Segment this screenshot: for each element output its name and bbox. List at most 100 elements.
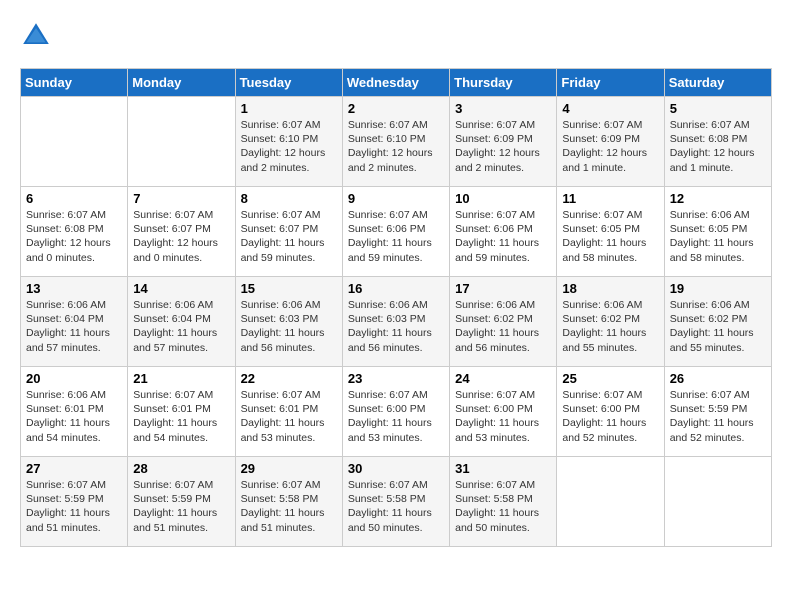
day-number: 13: [26, 281, 122, 296]
day-header-friday: Friday: [557, 69, 664, 97]
day-number: 10: [455, 191, 551, 206]
day-cell: [664, 457, 771, 547]
day-info: Sunrise: 6:06 AM Sunset: 6:05 PM Dayligh…: [670, 208, 766, 265]
day-info: Sunrise: 6:06 AM Sunset: 6:03 PM Dayligh…: [241, 298, 337, 355]
day-number: 17: [455, 281, 551, 296]
day-headers: SundayMondayTuesdayWednesdayThursdayFrid…: [21, 69, 772, 97]
day-cell: 9Sunrise: 6:07 AM Sunset: 6:06 PM Daylig…: [342, 187, 449, 277]
day-number: 21: [133, 371, 229, 386]
day-info: Sunrise: 6:07 AM Sunset: 5:59 PM Dayligh…: [133, 478, 229, 535]
calendar-table: SundayMondayTuesdayWednesdayThursdayFrid…: [20, 68, 772, 547]
day-info: Sunrise: 6:07 AM Sunset: 6:10 PM Dayligh…: [348, 118, 444, 175]
day-number: 31: [455, 461, 551, 476]
day-info: Sunrise: 6:07 AM Sunset: 6:10 PM Dayligh…: [241, 118, 337, 175]
day-info: Sunrise: 6:07 AM Sunset: 5:59 PM Dayligh…: [670, 388, 766, 445]
day-cell: 15 Sunrise: 6:06 AM Sunset: 6:03 PM Dayli…: [235, 277, 342, 367]
day-info: Sunrise: 6:07 AM Sunset: 5:58 PM Dayligh…: [241, 478, 337, 535]
day-cell: 19 Sunrise: 6:06 AM Sunset: 6:02 PM Dayli…: [664, 277, 771, 367]
day-cell: 17 Sunrise: 6:06 AM Sunset: 6:02 PM Dayli…: [450, 277, 557, 367]
day-info: Sunrise: 6:06 AM Sunset: 6:04 PM Dayligh…: [133, 298, 229, 355]
week-row-4: 20 Sunrise: 6:06 AM Sunset: 6:01 PM Dayli…: [21, 367, 772, 457]
day-cell: 20 Sunrise: 6:06 AM Sunset: 6:01 PM Dayli…: [21, 367, 128, 457]
day-number: 16: [348, 281, 444, 296]
day-info: Sunrise: 6:07 AM Sunset: 6:07 PM Dayligh…: [241, 208, 337, 265]
day-cell: 18 Sunrise: 6:06 AM Sunset: 6:02 PM Dayli…: [557, 277, 664, 367]
day-info: Sunrise: 6:07 AM Sunset: 5:58 PM Dayligh…: [455, 478, 551, 535]
day-cell: [128, 97, 235, 187]
day-number: 11: [562, 191, 658, 206]
day-info: Sunrise: 6:07 AM Sunset: 6:01 PM Dayligh…: [241, 388, 337, 445]
day-cell: 27Sunrise: 6:07 AM Sunset: 5:59 PM Dayli…: [21, 457, 128, 547]
day-cell: 5 Sunrise: 6:07 AM Sunset: 6:08 PM Daylig…: [664, 97, 771, 187]
day-number: 22: [241, 371, 337, 386]
day-info: Sunrise: 6:07 AM Sunset: 6:09 PM Dayligh…: [562, 118, 658, 175]
day-number: 3: [455, 101, 551, 116]
day-number: 6: [26, 191, 122, 206]
day-cell: 16 Sunrise: 6:06 AM Sunset: 6:03 PM Dayli…: [342, 277, 449, 367]
day-header-saturday: Saturday: [664, 69, 771, 97]
day-number: 15: [241, 281, 337, 296]
day-number: 12: [670, 191, 766, 206]
day-cell: [557, 457, 664, 547]
day-cell: 13 Sunrise: 6:06 AM Sunset: 6:04 PM Dayli…: [21, 277, 128, 367]
day-number: 2: [348, 101, 444, 116]
day-number: 30: [348, 461, 444, 476]
day-cell: [21, 97, 128, 187]
day-info: Sunrise: 6:06 AM Sunset: 6:01 PM Dayligh…: [26, 388, 122, 445]
day-header-monday: Monday: [128, 69, 235, 97]
day-number: 8: [241, 191, 337, 206]
day-info: Sunrise: 6:07 AM Sunset: 6:00 PM Dayligh…: [348, 388, 444, 445]
day-cell: 12 Sunrise: 6:06 AM Sunset: 6:05 PM Dayli…: [664, 187, 771, 277]
day-cell: 2 Sunrise: 6:07 AM Sunset: 6:10 PM Daylig…: [342, 97, 449, 187]
day-number: 23: [348, 371, 444, 386]
day-info: Sunrise: 6:07 AM Sunset: 6:00 PM Dayligh…: [562, 388, 658, 445]
day-info: Sunrise: 6:07 AM Sunset: 5:58 PM Dayligh…: [348, 478, 444, 535]
day-cell: 10Sunrise: 6:07 AM Sunset: 6:06 PM Dayli…: [450, 187, 557, 277]
day-info: Sunrise: 6:06 AM Sunset: 6:04 PM Dayligh…: [26, 298, 122, 355]
day-info: Sunrise: 6:07 AM Sunset: 6:00 PM Dayligh…: [455, 388, 551, 445]
day-header-thursday: Thursday: [450, 69, 557, 97]
day-cell: 6 Sunrise: 6:07 AM Sunset: 6:08 PM Daylig…: [21, 187, 128, 277]
day-number: 28: [133, 461, 229, 476]
day-info: Sunrise: 6:07 AM Sunset: 6:01 PM Dayligh…: [133, 388, 229, 445]
day-info: Sunrise: 6:07 AM Sunset: 6:07 PM Dayligh…: [133, 208, 229, 265]
day-cell: 4 Sunrise: 6:07 AM Sunset: 6:09 PM Daylig…: [557, 97, 664, 187]
day-number: 19: [670, 281, 766, 296]
day-number: 25: [562, 371, 658, 386]
day-cell: 29 Sunrise: 6:07 AM Sunset: 5:58 PM Dayli…: [235, 457, 342, 547]
day-cell: 11 Sunrise: 6:07 AM Sunset: 6:05 PM Dayli…: [557, 187, 664, 277]
day-number: 14: [133, 281, 229, 296]
day-cell: 22 Sunrise: 6:07 AM Sunset: 6:01 PM Dayli…: [235, 367, 342, 457]
day-number: 7: [133, 191, 229, 206]
day-cell: 23 Sunrise: 6:07 AM Sunset: 6:00 PM Dayli…: [342, 367, 449, 457]
day-info: Sunrise: 6:06 AM Sunset: 6:02 PM Dayligh…: [670, 298, 766, 355]
day-cell: 8 Sunrise: 6:07 AM Sunset: 6:07 PM Daylig…: [235, 187, 342, 277]
day-info: Sunrise: 6:06 AM Sunset: 6:03 PM Dayligh…: [348, 298, 444, 355]
day-number: 29: [241, 461, 337, 476]
day-info: Sunrise: 6:07 AM Sunset: 6:08 PM Dayligh…: [670, 118, 766, 175]
day-number: 24: [455, 371, 551, 386]
day-info: Sunrise: 6:06 AM Sunset: 6:02 PM Dayligh…: [455, 298, 551, 355]
logo: [20, 20, 56, 52]
day-cell: 24 Sunrise: 6:07 AM Sunset: 6:00 PM Dayli…: [450, 367, 557, 457]
day-number: 5: [670, 101, 766, 116]
day-cell: 26 Sunrise: 6:07 AM Sunset: 5:59 PM Dayli…: [664, 367, 771, 457]
day-number: 1: [241, 101, 337, 116]
day-number: 4: [562, 101, 658, 116]
day-cell: 14 Sunrise: 6:06 AM Sunset: 6:04 PM Dayli…: [128, 277, 235, 367]
day-cell: 28 Sunrise: 6:07 AM Sunset: 5:59 PM Dayli…: [128, 457, 235, 547]
day-header-sunday: Sunday: [21, 69, 128, 97]
day-number: 27: [26, 461, 122, 476]
day-cell: 1 Sunrise: 6:07 AM Sunset: 6:10 PM Daylig…: [235, 97, 342, 187]
day-cell: 30 Sunrise: 6:07 AM Sunset: 5:58 PM Dayli…: [342, 457, 449, 547]
day-info: Sunrise: 6:07 AM Sunset: 6:05 PM Dayligh…: [562, 208, 658, 265]
day-number: 9: [348, 191, 444, 206]
day-number: 18: [562, 281, 658, 296]
page-header: [20, 20, 772, 52]
week-row-3: 13 Sunrise: 6:06 AM Sunset: 6:04 PM Dayli…: [21, 277, 772, 367]
week-row-5: 27 Sunrise: 6:07 AM Sunset: 5:59 PM Dayli…: [21, 457, 772, 547]
day-info: Sunrise: 6:06 AM Sunset: 6:02 PM Dayligh…: [562, 298, 658, 355]
day-number: 20: [26, 371, 122, 386]
day-number: 26: [670, 371, 766, 386]
day-info: Sunrise: 6:07 AM Sunset: 6:08 PM Dayligh…: [26, 208, 122, 265]
